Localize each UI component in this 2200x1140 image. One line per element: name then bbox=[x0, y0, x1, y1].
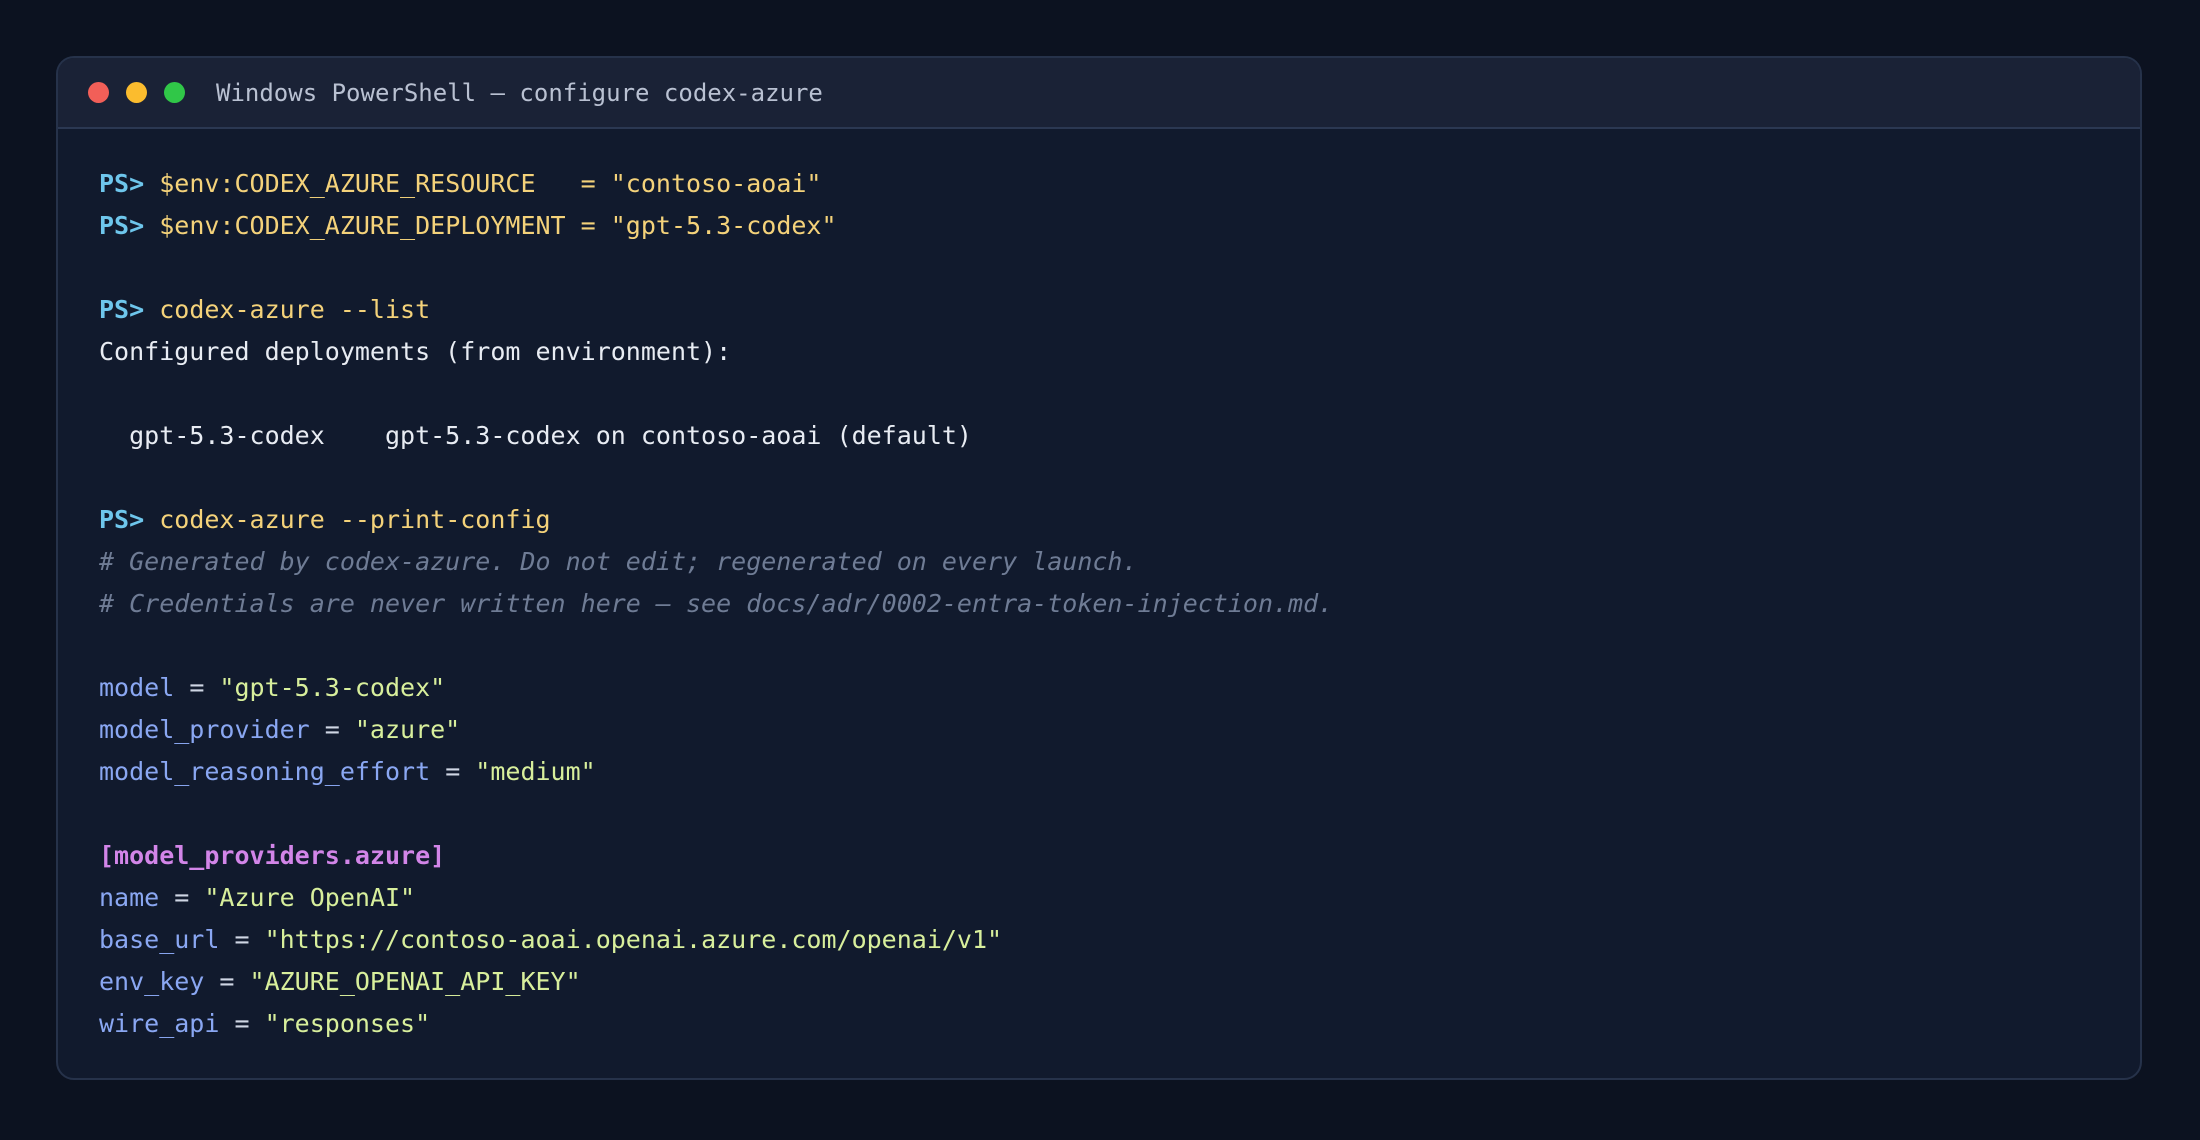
config-key: model_reasoning_effort bbox=[99, 757, 431, 786]
config-line: model_reasoning_effort = "medium" bbox=[99, 751, 2140, 793]
prompt: PS> bbox=[99, 295, 145, 324]
equals-sign: = bbox=[309, 715, 355, 744]
config-line: model = "gpt-5.3-codex" bbox=[99, 667, 2140, 709]
config-value: "medium" bbox=[475, 757, 596, 786]
command-text: codex-azure --list bbox=[159, 295, 431, 324]
config-value: "Azure OpenAI" bbox=[204, 883, 416, 912]
output-text: Configured deployments (from environment… bbox=[99, 337, 732, 366]
close-icon[interactable] bbox=[88, 82, 109, 103]
config-line: model_provider = "azure" bbox=[99, 709, 2140, 751]
config-key: name bbox=[99, 883, 160, 912]
command-text: $env:CODEX_AZURE_DEPLOYMENT = "gpt-5.3-c… bbox=[159, 211, 837, 240]
config-value: "AZURE_OPENAI_API_KEY" bbox=[249, 967, 581, 996]
minimize-icon[interactable] bbox=[126, 82, 147, 103]
config-key: env_key bbox=[99, 967, 205, 996]
config-key: model_provider bbox=[99, 715, 310, 744]
config-line: wire_api = "responses" bbox=[99, 1003, 2140, 1045]
config-line: base_url = "https://contoso-aoai.openai.… bbox=[99, 919, 2140, 961]
equals-sign: = bbox=[219, 1009, 265, 1038]
equals-sign: = bbox=[159, 883, 205, 912]
terminal-line: PS> $env:CODEX_AZURE_RESOURCE = "contoso… bbox=[99, 163, 2140, 205]
title-bar: Windows PowerShell — configure codex-azu… bbox=[58, 58, 2140, 129]
section-header: [model_providers.azure] bbox=[99, 841, 446, 870]
comment-line: # Generated by codex-azure. Do not edit;… bbox=[99, 547, 1138, 576]
deployment-row: gpt-5.3-codex gpt-5.3-codex on contoso-a… bbox=[99, 421, 972, 450]
command-text: codex-azure --print-config bbox=[159, 505, 551, 534]
prompt: PS> bbox=[99, 211, 145, 240]
command-text: $env:CODEX_AZURE_RESOURCE = "contoso-aoa… bbox=[159, 169, 822, 198]
terminal-line: PS> codex-azure --list bbox=[99, 289, 2140, 331]
config-value: "azure" bbox=[354, 715, 461, 744]
maximize-icon[interactable] bbox=[164, 82, 185, 103]
config-line: env_key = "AZURE_OPENAI_API_KEY" bbox=[99, 961, 2140, 1003]
terminal-output[interactable]: PS> $env:CODEX_AZURE_RESOURCE = "contoso… bbox=[58, 129, 2140, 1045]
config-key: wire_api bbox=[99, 1009, 220, 1038]
equals-sign: = bbox=[204, 967, 250, 996]
config-key: model bbox=[99, 673, 175, 702]
config-value: "https://contoso-aoai.openai.azure.com/o… bbox=[264, 925, 1003, 954]
window-title: Windows PowerShell — configure codex-azu… bbox=[216, 78, 823, 107]
terminal-window: Windows PowerShell — configure codex-azu… bbox=[56, 56, 2142, 1080]
config-value: "gpt-5.3-codex" bbox=[219, 673, 446, 702]
prompt: PS> bbox=[99, 505, 145, 534]
equals-sign: = bbox=[219, 925, 265, 954]
comment-line: # Credentials are never written here — s… bbox=[99, 589, 1334, 618]
config-line: name = "Azure OpenAI" bbox=[99, 877, 2140, 919]
equals-sign: = bbox=[174, 673, 220, 702]
terminal-line: PS> $env:CODEX_AZURE_DEPLOYMENT = "gpt-5… bbox=[99, 205, 2140, 247]
equals-sign: = bbox=[430, 757, 476, 786]
config-value: "responses" bbox=[264, 1009, 431, 1038]
terminal-line: PS> codex-azure --print-config bbox=[99, 499, 2140, 541]
config-key: base_url bbox=[99, 925, 220, 954]
prompt: PS> bbox=[99, 169, 145, 198]
